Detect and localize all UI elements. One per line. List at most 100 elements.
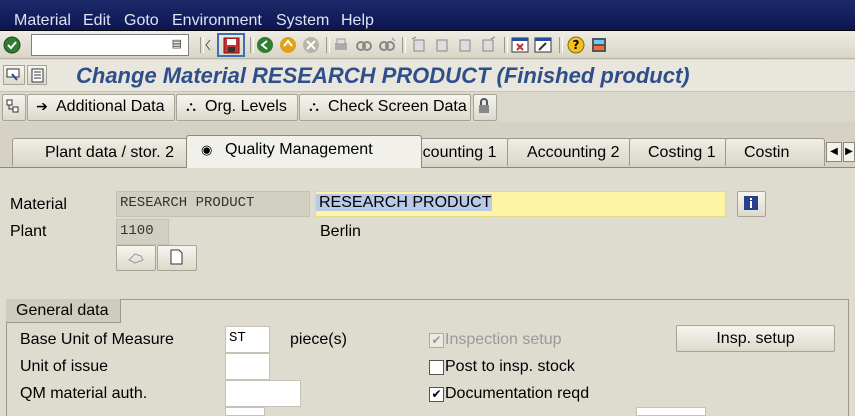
base-uom-label: Base Unit of Measure <box>20 331 174 348</box>
toolbar-separator <box>504 37 508 53</box>
enter-icon[interactable] <box>3 36 21 54</box>
next-page-icon[interactable] <box>456 36 474 54</box>
qm-material-auth-field[interactable] <box>225 380 301 407</box>
customize-layout-icon[interactable] <box>590 36 608 54</box>
material-field: RESEARCH PRODUCT <box>116 191 310 217</box>
menu-environment[interactable]: Environment <box>172 11 262 30</box>
hierarchy-icon: ⛬ <box>186 98 196 114</box>
menu-bar: Material Edit Goto Environment System He… <box>0 0 855 31</box>
org-levels-button-small[interactable] <box>27 65 47 85</box>
print-icon[interactable] <box>332 36 350 54</box>
svg-text:?: ? <box>573 38 580 52</box>
base-uom-field[interactable]: ST <box>225 326 270 353</box>
cancel-icon[interactable] <box>302 36 320 54</box>
plant-label: Plant <box>10 223 47 240</box>
material-label: Material <box>10 196 67 213</box>
help-icon[interactable]: ? <box>567 36 585 54</box>
lock-icon <box>479 98 489 113</box>
create-session-icon[interactable] <box>511 36 529 54</box>
new-document-button[interactable] <box>157 245 197 271</box>
toolbar-separator <box>250 37 254 53</box>
general-data-title: General data <box>6 299 121 323</box>
base-uom-text: piece(s) <box>290 331 347 348</box>
collapse-arrow-icon[interactable] <box>204 36 212 54</box>
material-description-field[interactable]: RESEARCH PRODUCT <box>315 191 726 217</box>
tab-costing-2[interactable]: Costin <box>725 138 825 166</box>
plant-field: 1100 <box>116 219 169 245</box>
tree-icon <box>6 99 19 113</box>
info-icon <box>744 196 758 210</box>
menu-edit[interactable]: Edit <box>83 11 111 30</box>
next-row-label-partial <box>20 410 150 416</box>
check-icon: ✔ <box>431 333 442 347</box>
check-screen-data-label: Check Screen Data <box>328 98 467 115</box>
tab-strip: Plant data / stor. 2 ◉ Quality Managemen… <box>0 122 855 168</box>
menu-goto[interactable]: Goto <box>124 11 159 30</box>
info-button[interactable] <box>737 191 766 217</box>
last-page-icon[interactable] <box>479 36 497 54</box>
additional-data-button[interactable]: ➔ Additional Data <box>27 94 175 121</box>
hand-icon <box>128 253 144 264</box>
command-dropdown-icon[interactable]: ▤ <box>172 37 182 50</box>
org-levels-button[interactable]: ⛬ Org. Levels <box>176 94 298 121</box>
documentation-reqd-checkbox[interactable]: ✔ <box>429 387 444 402</box>
next-row-field[interactable] <box>225 407 265 416</box>
tab-label: Plant data / stor. 2 <box>45 144 174 161</box>
toolbar-separator <box>326 37 330 53</box>
save-button[interactable] <box>217 33 245 57</box>
tab-scroll-right-button[interactable]: ▶ <box>843 142 855 162</box>
title-bar: Change Material RESEARCH PRODUCT (Finish… <box>0 60 855 92</box>
check-screen-data-button[interactable]: ⛬ Check Screen Data <box>299 94 471 121</box>
menu-help[interactable]: Help <box>341 11 374 30</box>
post-to-insp-stock-label: Post to insp. stock <box>445 358 575 375</box>
find-icon[interactable] <box>355 36 373 54</box>
prev-page-icon[interactable] <box>433 36 451 54</box>
document-icon <box>170 249 183 265</box>
views-icon <box>6 68 20 81</box>
unit-of-issue-label: Unit of issue <box>20 358 109 375</box>
additional-data-label: Additional Data <box>56 98 165 115</box>
plant-description: Berlin <box>320 223 361 240</box>
triangle-left-icon: ◀ <box>830 146 838 157</box>
select-view-button[interactable] <box>3 65 25 85</box>
shortcut-icon[interactable] <box>534 36 552 54</box>
exit-icon[interactable] <box>279 36 297 54</box>
tab-label: Costin <box>744 144 790 161</box>
check-icon: ✔ <box>431 387 442 401</box>
other-material-button[interactable] <box>116 245 156 271</box>
arrow-right-icon: ➔ <box>36 98 48 114</box>
tab-label: Quality Management <box>225 141 373 158</box>
application-toolbar: ➔ Additional Data ⛬ Org. Levels ⛬ Check Scr… <box>0 92 855 122</box>
tab-accounting-2[interactable]: Accounting 2 <box>507 138 648 166</box>
triangle-right-icon: ▶ <box>845 146 853 157</box>
next-row-right-field[interactable] <box>636 407 706 416</box>
check-data-icon: ⛬ <box>309 98 319 114</box>
documentation-reqd-label: Documentation reqd <box>445 385 590 402</box>
document-icon <box>31 68 44 83</box>
toolbar-separator <box>559 37 563 53</box>
unit-of-issue-field[interactable] <box>225 353 270 380</box>
back-icon[interactable] <box>256 36 274 54</box>
save-icon <box>223 37 240 54</box>
menu-material[interactable]: Material <box>14 11 71 30</box>
tab-quality-management[interactable]: ◉ Quality Management <box>186 135 422 168</box>
org-levels-label: Org. Levels <box>205 98 287 115</box>
lock-button[interactable] <box>473 94 497 121</box>
tab-active-indicator-icon: ◉ <box>201 142 213 157</box>
menu-system[interactable]: System <box>276 11 329 30</box>
insp-setup-button[interactable]: Insp. setup <box>676 325 835 352</box>
first-page-icon[interactable] <box>410 36 428 54</box>
material-description-value: RESEARCH PRODUCT <box>316 194 493 211</box>
expand-button[interactable] <box>2 94 26 121</box>
tab-label: Costing 1 <box>648 144 716 161</box>
toolbar-separator <box>402 37 406 53</box>
inspection-setup-checkbox: ✔ <box>429 333 444 348</box>
command-field[interactable]: ▤ <box>31 34 189 56</box>
tab-label: Accounting 2 <box>527 144 620 161</box>
find-next-icon[interactable] <box>378 36 396 54</box>
inspection-setup-label: Inspection setup <box>445 331 562 348</box>
post-to-insp-stock-checkbox[interactable] <box>429 360 444 375</box>
tab-scroll-left-button[interactable]: ◀ <box>826 142 842 162</box>
page-title: Change Material RESEARCH PRODUCT (Finish… <box>76 63 690 88</box>
qm-material-auth-label: QM material auth. <box>20 385 148 402</box>
